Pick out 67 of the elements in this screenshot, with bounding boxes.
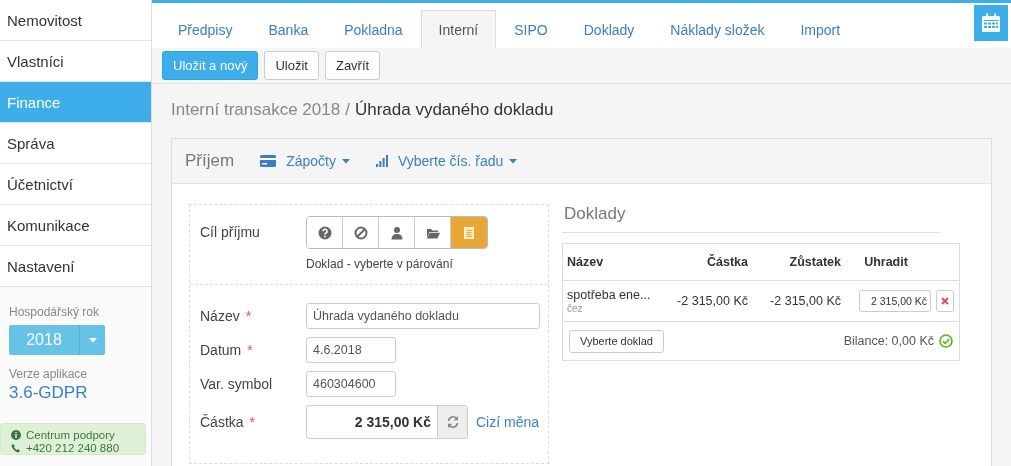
field-label: Var. symbol [200,376,273,392]
required-mark: * [247,342,253,358]
document-icon [462,225,476,240]
version-label: Verze aplikace [9,367,88,381]
input-field[interactable]: 4.6.2018 [306,337,396,363]
table-cell-text: spotřeba ene... [567,288,652,302]
caret-icon [509,158,518,164]
check-circle-icon [939,334,953,348]
field-label: Cíl příjmu [200,224,260,242]
field-label: Datum [200,342,242,358]
foreign-currency-link[interactable]: Cizí měna [476,414,540,430]
balance-text: Bilance: 0,00 Kč [843,334,934,348]
remove-button[interactable] [936,290,954,312]
calendar-button[interactable] [974,5,1008,41]
tab[interactable]: Banka [250,10,327,48]
support-phone: +420 212 240 880 [26,442,120,454]
table-cell-text: -2 315,00 Kč [769,294,841,308]
select-document-button[interactable]: Vyberte doklad [569,329,664,353]
fiscal-year-label: Hospodářský rok [9,305,100,319]
field-label: Částka [200,414,244,430]
phone-icon [11,443,21,453]
tab[interactable]: Náklady složek [652,10,783,48]
target-option[interactable] [307,217,343,248]
caret-icon [88,337,97,343]
section-title: Doklady [562,204,940,233]
column-header: Uhradit [863,255,909,269]
tab[interactable]: Interní [420,10,497,48]
toolbar-button[interactable]: Uložit [264,51,319,80]
tab[interactable]: Import [782,10,859,48]
caret-icon [341,158,350,164]
column-header: Název [566,255,605,269]
calendar-icon [981,13,1001,33]
page-title: Úhrada vydaného dokladu [354,100,554,120]
ban-icon [353,225,368,240]
tab[interactable]: Pokladna [326,10,421,48]
panel-title: Příjem [185,151,235,171]
sidebar-item[interactable]: Správa [0,123,151,164]
card-icon [260,155,277,167]
breadcrumb-separator: / [345,100,350,120]
field-label: Název [200,308,240,324]
dropdown-menu[interactable]: Zápočty [260,153,350,169]
required-mark: * [245,308,252,324]
bar-chart-icon [375,155,388,167]
person-icon [389,225,404,240]
dropdown-menu[interactable]: Vyberte čís. řadu [375,153,518,169]
tab[interactable]: SIPO [496,10,566,48]
dropdown-toggle[interactable] [79,325,105,355]
info-icon [11,430,21,440]
column-header: Částka [706,255,748,269]
required-mark: * [249,414,256,430]
input-field[interactable]: Úhrada vydaného dokladu [306,303,540,329]
sidebar-item[interactable]: Komunikace [0,205,151,246]
table-cell-subtext: čez [567,303,584,314]
version-value: 3.6-GDPR [9,383,88,403]
input-field[interactable]: 460304600 [306,371,396,397]
support-title: Centrum podpory [26,429,115,441]
tab[interactable]: Předpisy [160,10,251,48]
target-hint: Doklad - vyberte v párování [306,257,454,271]
sidebar-item[interactable]: Nemovitost [0,0,151,41]
close-icon [941,297,949,305]
column-header: Zůstatek [788,255,841,269]
toolbar-button[interactable]: Zavřít [324,51,381,80]
question-icon [317,225,332,240]
tab[interactable]: Doklady [565,10,653,48]
input-field[interactable]: 2 315,00 Kč [859,290,931,312]
sidebar-item[interactable]: Účetnictví [0,164,151,205]
table-cell-text: -2 315,00 Kč [676,294,748,308]
